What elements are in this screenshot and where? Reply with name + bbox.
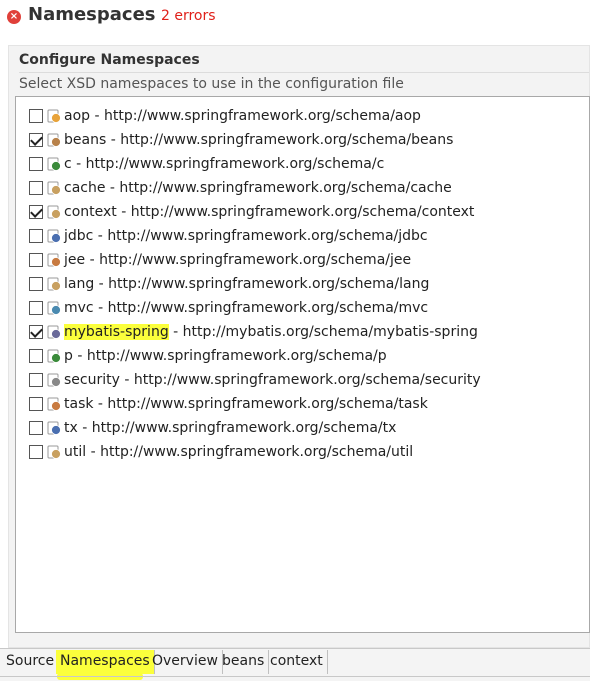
bean-icon bbox=[46, 132, 62, 148]
namespace-checkbox[interactable] bbox=[29, 181, 43, 195]
namespace-label: security - http://www.springframework.or… bbox=[64, 372, 481, 388]
namespace-checkbox[interactable] bbox=[29, 157, 43, 171]
tab-bar-border bbox=[0, 676, 590, 677]
namespace-row[interactable]: lang - http://www.springframework.org/sc… bbox=[29, 272, 429, 296]
namespace-row[interactable]: util - http://www.springframework.org/sc… bbox=[29, 440, 413, 464]
namespace-label: util - http://www.springframework.org/sc… bbox=[64, 444, 414, 460]
section-title: Configure Namespaces bbox=[19, 52, 200, 68]
tab-namespaces[interactable]: Namespaces bbox=[56, 650, 155, 674]
context-icon bbox=[46, 204, 62, 220]
namespace-row[interactable]: p - http://www.springframework.org/schem… bbox=[29, 344, 387, 368]
security-icon bbox=[46, 372, 62, 388]
namespace-row[interactable]: beans - http://www.springframework.org/s… bbox=[29, 128, 453, 152]
page-title: Namespaces bbox=[28, 4, 156, 25]
namespace-label: jdbc - http://www.springframework.org/sc… bbox=[64, 228, 428, 244]
namespace-checkbox[interactable] bbox=[29, 445, 43, 459]
namespace-checkbox[interactable] bbox=[29, 229, 43, 243]
tab-overview[interactable]: Overview bbox=[148, 650, 223, 674]
namespace-checkbox[interactable] bbox=[29, 373, 43, 387]
tx-icon bbox=[46, 420, 62, 436]
namespace-label: p - http://www.springframework.org/schem… bbox=[64, 348, 387, 364]
jee-icon bbox=[46, 252, 62, 268]
namespace-checkbox[interactable] bbox=[29, 349, 43, 363]
namespace-checkbox[interactable] bbox=[29, 253, 43, 267]
namespace-label: aop - http://www.springframework.org/sch… bbox=[64, 108, 421, 124]
namespace-row[interactable]: context - http://www.springframework.org… bbox=[29, 200, 474, 224]
namespace-label: tx - http://www.springframework.org/sche… bbox=[64, 420, 397, 436]
namespace-checkbox[interactable] bbox=[29, 133, 43, 147]
mvc-icon bbox=[46, 300, 62, 316]
namespace-label: mybatis-spring - http://mybatis.org/sche… bbox=[64, 324, 478, 340]
namespace-row[interactable]: c - http://www.springframework.org/schem… bbox=[29, 152, 384, 176]
namespace-checkbox[interactable] bbox=[29, 421, 43, 435]
namespace-uri: - http://mybatis.org/schema/mybatis-spri… bbox=[168, 324, 478, 340]
editor-tab-bar: Source Namespaces Overview beans context bbox=[0, 648, 590, 681]
namespace-row[interactable]: jdbc - http://www.springframework.org/sc… bbox=[29, 224, 428, 248]
namespace-checkbox[interactable] bbox=[29, 277, 43, 291]
p-namespace-icon bbox=[46, 348, 62, 364]
namespace-label: context - http://www.springframework.org… bbox=[64, 204, 475, 220]
error-count-link[interactable]: 2 errors bbox=[161, 8, 216, 24]
namespace-label: lang - http://www.springframework.org/sc… bbox=[64, 276, 430, 292]
namespace-prefix-highlight: mybatis-spring bbox=[64, 324, 169, 340]
namespace-row[interactable]: mvc - http://www.springframework.org/sch… bbox=[29, 296, 428, 320]
error-icon[interactable]: × bbox=[7, 10, 21, 24]
namespace-row[interactable]: security - http://www.springframework.or… bbox=[29, 368, 481, 392]
namespace-label: beans - http://www.springframework.org/s… bbox=[64, 132, 454, 148]
namespace-checkbox[interactable] bbox=[29, 325, 43, 339]
section-description: Select XSD namespaces to use in the conf… bbox=[19, 76, 404, 92]
tab-beans[interactable]: beans bbox=[218, 650, 270, 674]
namespace-label: task - http://www.springframework.org/sc… bbox=[64, 396, 428, 412]
namespace-checkbox[interactable] bbox=[29, 301, 43, 315]
tab-source[interactable]: Source bbox=[2, 650, 60, 674]
namespace-row[interactable]: task - http://www.springframework.org/sc… bbox=[29, 392, 428, 416]
namespace-label: jee - http://www.springframework.org/sch… bbox=[64, 252, 412, 268]
namespace-label: cache - http://www.springframework.org/s… bbox=[64, 180, 452, 196]
namespace-list[interactable]: aop - http://www.springframework.org/sch… bbox=[15, 96, 590, 633]
util-icon bbox=[46, 444, 62, 460]
namespace-row[interactable]: cache - http://www.springframework.org/s… bbox=[29, 176, 452, 200]
namespace-row[interactable]: jee - http://www.springframework.org/sch… bbox=[29, 248, 411, 272]
namespace-label: c - http://www.springframework.org/schem… bbox=[64, 156, 385, 172]
xsd-file-icon bbox=[46, 324, 62, 340]
editor-header: × Namespaces 2 errors bbox=[0, 0, 590, 34]
tab-context[interactable]: context bbox=[266, 650, 328, 674]
section-divider bbox=[19, 72, 589, 73]
jdbc-icon bbox=[46, 228, 62, 244]
namespace-checkbox[interactable] bbox=[29, 205, 43, 219]
aop-icon bbox=[46, 108, 62, 124]
namespace-row[interactable]: tx - http://www.springframework.org/sche… bbox=[29, 416, 396, 440]
lang-icon bbox=[46, 276, 62, 292]
namespace-row[interactable]: mybatis-spring - http://mybatis.org/sche… bbox=[29, 320, 478, 344]
c-namespace-icon bbox=[46, 156, 62, 172]
task-icon bbox=[46, 396, 62, 412]
namespace-row[interactable]: aop - http://www.springframework.org/sch… bbox=[29, 104, 421, 128]
namespace-checkbox[interactable] bbox=[29, 109, 43, 123]
namespace-label: mvc - http://www.springframework.org/sch… bbox=[64, 300, 429, 316]
namespace-checkbox[interactable] bbox=[29, 397, 43, 411]
cache-icon bbox=[46, 180, 62, 196]
